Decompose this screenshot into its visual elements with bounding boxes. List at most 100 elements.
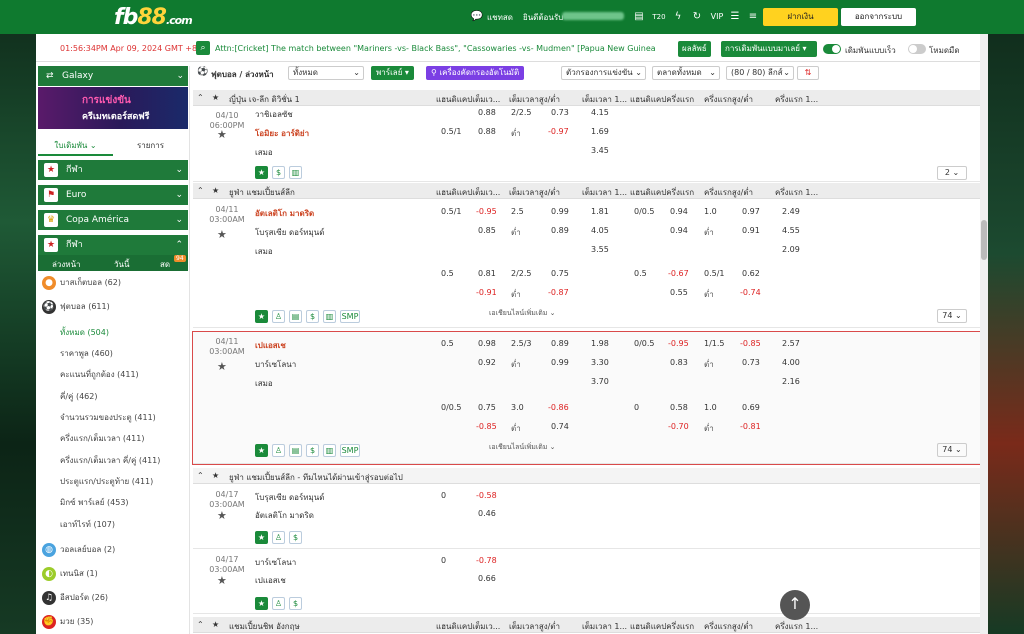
odds-cell[interactable]: 0.46 — [478, 509, 496, 518]
sub-mix-parlay[interactable]: มิกซ์ พาร์เลย์ (453) — [60, 496, 129, 509]
sidebar-item-football[interactable]: ⚽ ฟุตบอล (611) — [38, 297, 188, 317]
card-icon[interactable]: ▤ — [289, 310, 302, 323]
odds-cell[interactable]: -0.97 — [548, 127, 569, 136]
odds-cell[interactable]: -0.85 — [740, 339, 761, 348]
chat-icon[interactable]: 💬 — [470, 10, 484, 24]
star-icon[interactable]: ★ — [212, 186, 219, 195]
tab-bet-slip[interactable]: ใบเดิมพัน ⌄ — [38, 136, 113, 156]
stats-icon[interactable]: ▥ — [289, 166, 302, 179]
odds-cell[interactable]: -0.74 — [740, 288, 761, 297]
sidebar-head-sports[interactable]: ★ กีฬา ⌄ — [38, 160, 188, 180]
odds-cell[interactable]: 0.98 — [478, 339, 496, 348]
odds-cell[interactable]: 0.55 — [670, 288, 688, 297]
dark-mode-toggle[interactable] — [908, 44, 926, 54]
odds-cell[interactable]: 3.30 — [591, 358, 609, 367]
star-icon[interactable]: ★ — [217, 574, 227, 587]
more-asian-lines[interactable]: เอเชียนไลน์เพิ่มเติม ⌄ — [489, 308, 556, 319]
card-icon[interactable]: ▤ — [289, 444, 302, 457]
odds-cell[interactable]: 4.00 — [782, 358, 800, 367]
odds-cell[interactable]: 0.73 — [551, 108, 569, 117]
competition-filter-select[interactable]: ตัวกรองการแข่งขัน ⌄ — [561, 66, 646, 80]
odds-cell[interactable]: 0.89 — [551, 226, 569, 235]
dollar-icon[interactable]: $ — [306, 310, 319, 323]
odds-cell[interactable]: -0.85 — [476, 422, 497, 431]
odds-cell[interactable]: 0.88 — [478, 108, 496, 117]
more-asian-lines[interactable]: เอเชียนไลน์เพิ่มเติม ⌄ — [489, 442, 556, 453]
bet-type-select[interactable]: การเดิมพันแบบมาเลย์ ▾ — [721, 41, 817, 57]
odds-cell[interactable]: 0.73 — [742, 358, 760, 367]
tab-list[interactable]: รายการ — [113, 136, 188, 156]
results-button[interactable]: ผลลัพธ์ — [678, 41, 711, 57]
odds-cell[interactable]: 0.62 — [742, 269, 760, 278]
odds-cell[interactable]: -0.87 — [548, 288, 569, 297]
odds-cell[interactable]: 4.15 — [591, 108, 609, 117]
sidebar-item-basketball[interactable]: ● บาสเก็ตบอล (62) — [38, 273, 188, 293]
dollar-icon[interactable]: $ — [289, 531, 302, 544]
announcement-ticker[interactable]: Attn:[Cricket] The match between "Marine… — [215, 44, 655, 53]
odds-cell[interactable]: 2.16 — [782, 377, 800, 386]
sidebar-item-tennis[interactable]: ◐ เทนนิส (1) — [38, 564, 188, 584]
odds-cell[interactable]: 0.85 — [478, 226, 496, 235]
sub-correct-score[interactable]: คะแนนที่ถูกต้อง (411) — [60, 368, 139, 381]
odds-cell[interactable]: 1.81 — [591, 207, 609, 216]
odds-cell[interactable]: 0.92 — [478, 358, 496, 367]
odds-cell[interactable]: 3.55 — [591, 245, 609, 254]
star-icon[interactable]: ★ — [217, 228, 227, 241]
odds-cell[interactable]: -0.95 — [668, 339, 689, 348]
dollar-icon[interactable]: $ — [306, 444, 319, 457]
odds-cell[interactable]: -0.58 — [476, 491, 497, 500]
league-header-ucl[interactable]: ⌃ ★ ยูฟ่า แชมเปี้ยนส์ลีก แฮนดิแคปเต็มเว.… — [193, 183, 983, 199]
star-icon[interactable]: ★ — [212, 471, 219, 480]
odds-cell[interactable]: 2.09 — [782, 245, 800, 254]
dollar-icon[interactable]: $ — [272, 166, 285, 179]
auto-filter-button[interactable]: ⚲ เครื่องคัดกรองอัตโนมัติ — [426, 66, 525, 80]
more-markets-select[interactable]: 74 ⌄ — [937, 309, 967, 323]
sub-first-last-goal[interactable]: ประตูแรก/ประตูท้าย (411) — [60, 475, 153, 488]
odds-cell[interactable]: -0.91 — [476, 288, 497, 297]
refresh-icon[interactable]: ↻ — [690, 10, 704, 24]
league-header-championship[interactable]: ⌃ ★ แชมเปี้ยนชิพ อังกฤษ แฮนดิแคปเต็มเว..… — [193, 617, 983, 633]
tab-early[interactable]: ล่วงหน้า — [52, 258, 81, 272]
star-icon[interactable]: ★ — [255, 531, 268, 544]
search-icon[interactable]: ⌕ — [196, 41, 210, 55]
odds-cell[interactable]: 0.89 — [551, 339, 569, 348]
lock-icon[interactable]: ♙ — [272, 597, 285, 610]
back-to-top-icon[interactable]: ↑ — [780, 590, 810, 620]
deposit-button[interactable]: ฝากเงิน — [763, 8, 838, 26]
odds-cell[interactable]: -0.81 — [740, 422, 761, 431]
odds-cell[interactable]: 4.05 — [591, 226, 609, 235]
odds-cell[interactable]: 0.81 — [478, 269, 496, 278]
logout-button[interactable]: ออกจากระบบ — [841, 8, 916, 26]
sub-pool[interactable]: ราคาพูล (460) — [60, 347, 113, 360]
star-icon[interactable]: ★ — [217, 360, 227, 373]
wallet-icon[interactable]: ▤ — [632, 10, 646, 24]
more-markets-select[interactable]: 2 ⌄ — [937, 166, 967, 180]
star-icon[interactable]: ★ — [255, 444, 268, 457]
odds-cell[interactable]: 0.58 — [670, 403, 688, 412]
star-icon[interactable]: ★ — [255, 597, 268, 610]
odds-cell[interactable]: 0.91 — [742, 226, 760, 235]
promo-banner[interactable]: การแข่งขัน ครีเมทเตอร์สดฟรี — [38, 87, 188, 129]
scrollbar-thumb[interactable] — [981, 220, 987, 260]
star-icon[interactable]: ★ — [212, 620, 219, 629]
parlay-button[interactable]: พาร์เลย์ ▾ — [371, 66, 414, 80]
odds-cell[interactable]: 2.49 — [782, 207, 800, 216]
odds-cell[interactable]: 3.70 — [591, 377, 609, 386]
odds-cell[interactable]: 1.98 — [591, 339, 609, 348]
odds-cell[interactable]: 0.66 — [478, 574, 496, 583]
sub-ht-ft-odd-even[interactable]: ครึ่งแรก/เต็มเวลา คี่/คู่ (411) — [60, 454, 160, 467]
odds-cell[interactable]: 2.57 — [782, 339, 800, 348]
sidebar-item-volleyball[interactable]: ◍ วอลเลย์บอล (2) — [38, 540, 188, 560]
league-header-ucl-to-qualify[interactable]: ⌃ ★ ยูฟ่า แชมเปี้ยนส์ลีก - ทีมไหนได้ผ่าน… — [193, 468, 983, 484]
page-scrollbar[interactable] — [980, 34, 988, 634]
lock-icon[interactable]: ♙ — [272, 531, 285, 544]
star-icon[interactable]: ★ — [255, 310, 268, 323]
more-markets-select[interactable]: 74 ⌄ — [937, 443, 967, 457]
odds-cell[interactable]: -0.70 — [668, 422, 689, 431]
odds-cell[interactable]: -0.78 — [476, 556, 497, 565]
star-icon[interactable]: ★ — [217, 128, 227, 141]
live-chat-link[interactable]: แชทสด — [487, 11, 513, 24]
markets-select[interactable]: ตลาดทั้งหมด ⌄ — [652, 66, 720, 80]
sub-odd-even[interactable]: คี่/คู่ (462) — [60, 390, 97, 403]
sort-button[interactable]: ⇅ — [797, 66, 819, 80]
